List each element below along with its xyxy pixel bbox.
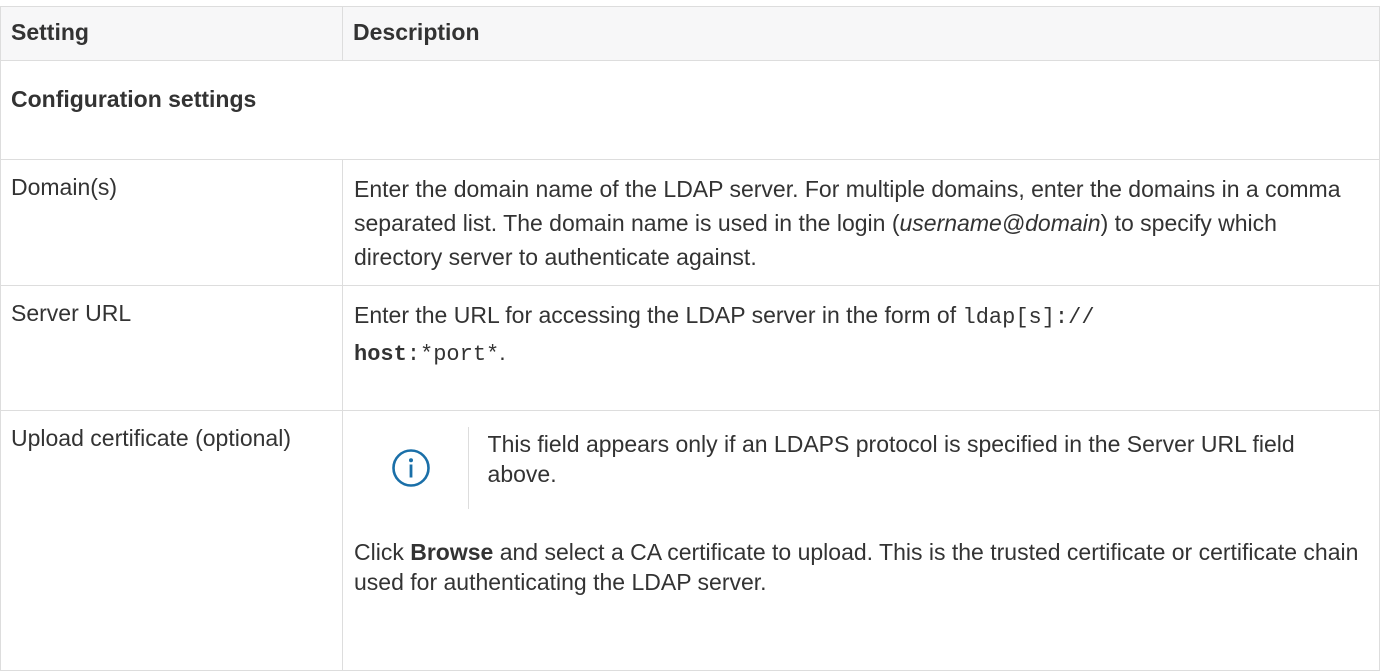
table-row: Server URL Enter the URL for accessing t… xyxy=(0,285,1380,411)
description-upload-certificate: This field appears only if an LDAPS prot… xyxy=(342,410,1380,671)
section-title: Configuration settings xyxy=(0,60,1380,160)
description-text: Click xyxy=(354,539,411,565)
setting-name-server-url: Server URL xyxy=(0,285,343,411)
section-row: Configuration settings xyxy=(0,60,1380,160)
table-row: Upload certificate (optional) This field… xyxy=(0,410,1380,671)
info-icon xyxy=(391,449,430,487)
description-domains: Enter the domain name of the LDAP server… xyxy=(342,159,1380,286)
description-text: . xyxy=(499,339,506,365)
browse-label: Browse xyxy=(410,539,494,565)
description-text: and select a CA certificate to upload. T… xyxy=(354,539,1359,595)
setting-name-upload-certificate: Upload certificate (optional) xyxy=(0,410,343,671)
ldap-settings-table: Setting Description Configuration settin… xyxy=(0,6,1380,671)
setting-name-domains: Domain(s) xyxy=(0,159,343,286)
description-italic: username@domain xyxy=(899,210,1101,236)
info-note: This field appears only if an LDAPS prot… xyxy=(354,427,1359,509)
table-row: Domain(s) Enter the domain name of the L… xyxy=(0,159,1380,286)
note-text: This field appears only if an LDAPS prot… xyxy=(487,431,1295,487)
table-header: Setting Description xyxy=(0,6,1380,61)
code-host: host xyxy=(354,342,407,367)
header-setting: Setting xyxy=(0,6,343,61)
description-paragraph: Click Browse and select a CA certificate… xyxy=(354,537,1359,597)
code-port: :*port* xyxy=(406,342,500,367)
description-server-url: Enter the URL for accessing the LDAP ser… xyxy=(342,285,1380,411)
code-ldap-scheme: ldap[s]:// xyxy=(962,305,1095,330)
description-text: Enter the URL for accessing the LDAP ser… xyxy=(354,302,963,328)
header-description: Description xyxy=(342,6,1380,61)
